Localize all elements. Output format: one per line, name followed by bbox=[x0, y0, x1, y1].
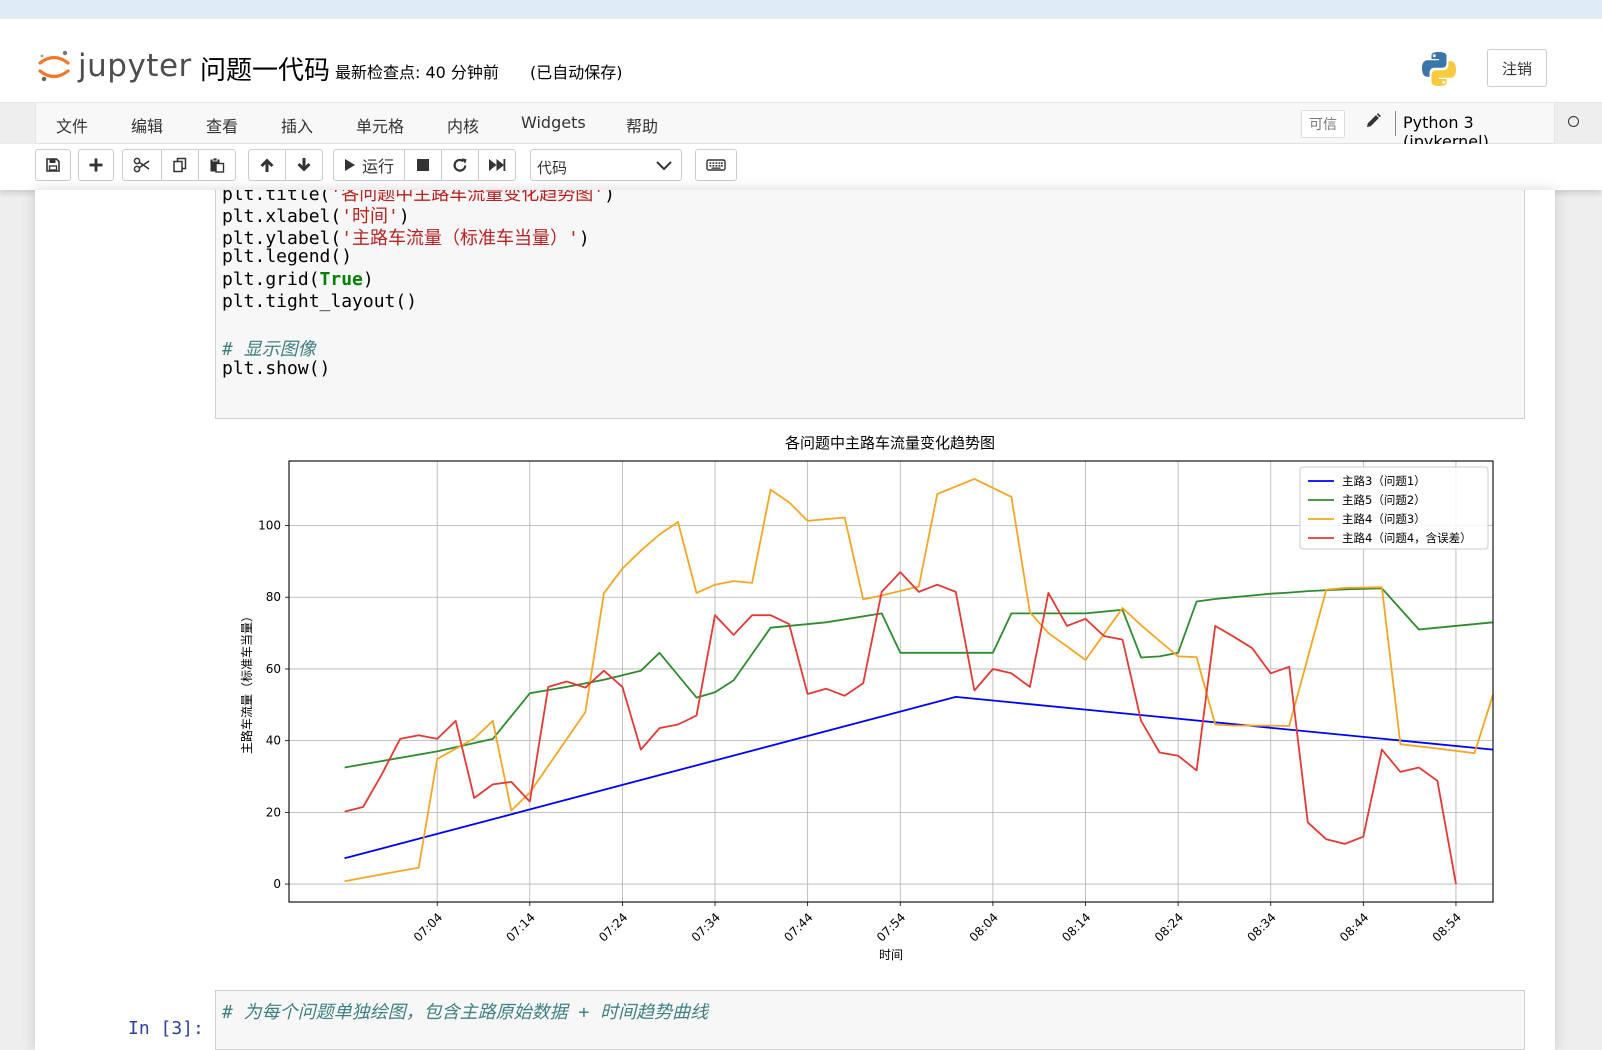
fast-forward-icon bbox=[489, 159, 506, 171]
x-tick-label: 08:44 bbox=[1337, 910, 1371, 944]
cut-button[interactable] bbox=[122, 149, 162, 181]
arrow-up-icon bbox=[260, 158, 274, 172]
edit-metadata-button[interactable] bbox=[1364, 112, 1382, 135]
legend-label: 主路4（问题4，含误差） bbox=[1342, 531, 1472, 545]
jupyter-logo[interactable]: jupyter bbox=[38, 46, 192, 86]
cell-type-value: 代码 bbox=[537, 159, 568, 177]
x-tick-label: 07:24 bbox=[596, 910, 630, 944]
x-tick-label: 08:54 bbox=[1430, 910, 1464, 944]
next-code-cell-input[interactable]: # 为每个问题单独绘图，包含主路原始数据 + 时间趋势曲线 bbox=[215, 990, 1525, 1050]
x-tick-label: 07:44 bbox=[781, 910, 815, 944]
logout-button[interactable]: 注销 bbox=[1487, 49, 1547, 87]
legend-label: 主路5（问题2） bbox=[1342, 493, 1426, 507]
code-line: plt.legend() bbox=[222, 246, 353, 267]
python-logo-icon bbox=[1422, 52, 1456, 86]
arrow-down-icon bbox=[297, 158, 311, 172]
jupyter-logo-text: jupyter bbox=[78, 48, 192, 84]
x-tick-label: 08:34 bbox=[1244, 910, 1278, 944]
chevron-down-icon bbox=[656, 161, 672, 171]
insert-group bbox=[78, 149, 114, 183]
output-chart: 各问题中主路车流量变化趋势图 07:04 07:14 07:24 07:34 07:44… bbox=[239, 434, 1494, 962]
code-line: plt.tight_layout() bbox=[222, 291, 418, 312]
floppy-disk-icon bbox=[46, 158, 60, 172]
chart-x-axis-label: 时间 bbox=[879, 948, 903, 962]
x-tick-label: 07:54 bbox=[874, 910, 908, 944]
kernel-separator bbox=[1395, 111, 1396, 136]
jupyter-logo-icon bbox=[38, 50, 70, 82]
cell-type-select[interactable]: 代码 bbox=[530, 149, 682, 181]
stop-icon bbox=[417, 159, 430, 171]
menu-widgets[interactable]: Widgets bbox=[521, 113, 586, 132]
code-cell-input[interactable]: plt.title('各问题中主路车流量变化趋势图') plt.xlabel('… bbox=[215, 190, 1525, 419]
legend-label: 主路3（问题1） bbox=[1342, 474, 1426, 488]
restart-kernel-button[interactable] bbox=[441, 149, 480, 181]
chart-ticks: 07:04 07:14 07:24 07:34 07:44 07:54 08:04 08:14… bbox=[258, 519, 1464, 945]
code-line: plt.show() bbox=[222, 358, 331, 379]
play-icon bbox=[345, 159, 355, 171]
menu-cell[interactable]: 单元格 bbox=[356, 113, 404, 137]
run-button[interactable]: 运行 bbox=[333, 149, 406, 181]
menu-insert[interactable]: 插入 bbox=[281, 113, 313, 137]
command-palette-button[interactable] bbox=[695, 149, 737, 181]
menu-view[interactable]: 查看 bbox=[206, 113, 238, 137]
trusted-indicator[interactable]: 可信 bbox=[1301, 110, 1345, 138]
notebook-title[interactable]: 问题一代码 bbox=[200, 50, 330, 87]
x-tick-label: 07:34 bbox=[689, 910, 723, 944]
clipboard-group bbox=[122, 149, 236, 183]
next-cell-prompt: In [3]: bbox=[128, 1018, 204, 1039]
menu-bar: 文件 编辑 查看 插入 单元格 内核 Widgets 帮助 可信 Python … bbox=[35, 102, 1579, 151]
notebook-container: plt.title('各问题中主路车流量变化趋势图') plt.xlabel('… bbox=[35, 190, 1555, 1050]
copy-icon bbox=[173, 157, 187, 173]
chart-y-axis-label: 主路车流量（标准车当量） bbox=[239, 610, 254, 754]
browser-top-strip bbox=[0, 0, 1602, 19]
code-line: plt.grid(True) bbox=[222, 269, 374, 290]
kernel-idle-indicator bbox=[1568, 116, 1579, 127]
restart-icon bbox=[453, 158, 467, 172]
run-group: 运行 bbox=[333, 149, 517, 183]
autosave-status: (已自动保存) bbox=[530, 63, 623, 82]
move-group bbox=[248, 149, 323, 183]
x-tick-label: 07:14 bbox=[504, 910, 538, 944]
y-tick-label: 40 bbox=[266, 734, 281, 748]
python-logo bbox=[1420, 50, 1458, 93]
move-down-button[interactable] bbox=[285, 149, 323, 181]
notebook-toolbar: 运行 代码 bbox=[0, 144, 1602, 190]
run-button-label: 运行 bbox=[362, 157, 395, 176]
y-tick-label: 0 bbox=[273, 877, 281, 891]
interrupt-kernel-button[interactable] bbox=[404, 149, 443, 181]
chart-title: 各问题中主路车流量变化趋势图 bbox=[785, 434, 995, 452]
legend-label: 主路4（问题3） bbox=[1342, 512, 1426, 526]
save-group bbox=[35, 149, 71, 183]
x-tick-label: 08:24 bbox=[1152, 910, 1186, 944]
pencil-icon bbox=[1367, 113, 1381, 127]
x-tick-label: 08:04 bbox=[967, 910, 1001, 944]
menu-edit[interactable]: 编辑 bbox=[131, 113, 163, 137]
last-checkpoint: 最新检查点: 40 分钟前 bbox=[335, 63, 499, 82]
y-tick-label: 80 bbox=[266, 590, 281, 604]
plus-icon bbox=[89, 158, 103, 172]
notebook-header: jupyter 问题一代码 最新检查点: 40 分钟前 (已自动保存) 注销 bbox=[0, 19, 1602, 103]
move-up-button[interactable] bbox=[248, 149, 286, 181]
scissors-icon bbox=[133, 157, 150, 173]
x-tick-label: 08:14 bbox=[1059, 910, 1093, 944]
paste-button[interactable] bbox=[198, 149, 236, 181]
keyboard-icon bbox=[706, 159, 726, 171]
chart-legend: 主路3（问题1） 主路5（问题2） 主路4（问题3） 主路4（问题4，含误差） bbox=[1299, 466, 1489, 550]
save-button[interactable] bbox=[35, 149, 71, 181]
menu-kernel[interactable]: 内核 bbox=[447, 113, 479, 137]
insert-cell-button[interactable] bbox=[78, 149, 114, 181]
menu-file[interactable]: 文件 bbox=[56, 113, 88, 137]
y-tick-label: 60 bbox=[266, 662, 281, 676]
y-tick-label: 100 bbox=[258, 519, 281, 533]
command-palette-group bbox=[695, 149, 737, 183]
menu-help[interactable]: 帮助 bbox=[626, 113, 658, 137]
copy-button[interactable] bbox=[161, 149, 199, 181]
restart-run-all-button[interactable] bbox=[478, 149, 517, 181]
y-tick-label: 20 bbox=[266, 805, 281, 819]
code-comment-line: # 为每个问题单独绘图，包含主路原始数据 + 时间趋势曲线 bbox=[222, 1002, 709, 1023]
paste-icon bbox=[210, 157, 225, 173]
x-tick-label: 07:04 bbox=[411, 910, 445, 944]
